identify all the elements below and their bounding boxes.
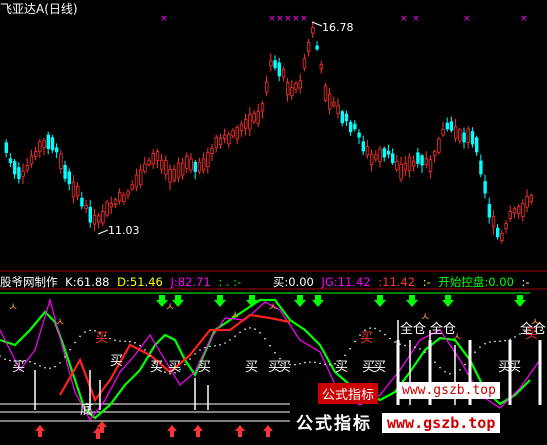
svg-text:×: × bbox=[412, 14, 420, 24]
svg-text:ㅅ: ㅅ bbox=[530, 315, 540, 328]
candlestick-series bbox=[4, 21, 533, 244]
buy-signal: 买 bbox=[168, 360, 181, 375]
chart-canvas: × × × × × × × × × × 16.78 11.03 买买买买买买买买买买买 买买买买买全… bbox=[0, 14, 547, 439]
stock-name: 飞亚达A bbox=[0, 2, 45, 16]
low-price-label: 11.03 bbox=[108, 224, 140, 237]
j-value: J:82.71 bbox=[170, 275, 211, 289]
svg-text:×: × bbox=[520, 14, 528, 24]
svg-text:×: × bbox=[160, 14, 168, 24]
k-value: K:61.88 bbox=[65, 275, 110, 289]
control-value: 开始控盘:0.00 bbox=[438, 275, 514, 289]
watermark-badge-1: 公式指标 bbox=[318, 383, 379, 404]
indicator-header: 股爷网制作 K:61.88 D:51.46 J:82.71 : . :- 买:0… bbox=[0, 274, 534, 290]
buy-signal: 买 bbox=[198, 360, 211, 375]
dots2-value: :- bbox=[422, 275, 431, 289]
svg-text:×: × bbox=[400, 14, 408, 24]
svg-text:ㅅ: ㅅ bbox=[230, 308, 240, 321]
watermark-url-1: www.gszb.top bbox=[398, 382, 500, 399]
buy-signal-strong: 买 bbox=[360, 331, 373, 346]
jg-value: JG:11.42 bbox=[321, 275, 371, 289]
svg-text:×: × bbox=[276, 14, 284, 24]
buy-signal: 买 bbox=[150, 360, 163, 375]
indicator-name: 股爷网制作 bbox=[0, 275, 58, 289]
jg2-value: :11.42 bbox=[378, 275, 416, 289]
svg-text:ㅅ: ㅅ bbox=[420, 310, 430, 323]
watermark-url-2: www.gszb.top bbox=[382, 413, 501, 433]
price-labels: 16.78 11.03 bbox=[97, 21, 354, 237]
buy-signal: 买 bbox=[245, 360, 258, 375]
buy-value: 买:0.00 bbox=[272, 275, 314, 289]
high-price-label: 16.78 bbox=[322, 21, 354, 34]
buy-signal: 买 bbox=[373, 360, 386, 375]
svg-text:ㅅ: ㅅ bbox=[452, 330, 462, 343]
buy-signal-strong: 买 bbox=[95, 331, 108, 346]
svg-text:×: × bbox=[463, 14, 471, 24]
watermark-text-2: 公式指标 bbox=[296, 414, 372, 434]
buy-signal: 买 bbox=[110, 354, 123, 369]
svg-text:×: × bbox=[300, 14, 308, 24]
d-value: D:51.46 bbox=[117, 275, 163, 289]
buy-signal: 买 bbox=[278, 360, 291, 375]
full-position-signal: 全仓 bbox=[400, 321, 426, 337]
svg-text:×: × bbox=[284, 14, 292, 24]
period-label: (日线) bbox=[44, 2, 78, 16]
dots-value: : . :- bbox=[218, 275, 242, 289]
svg-text:×: × bbox=[292, 14, 300, 24]
svg-text:ㅅ: ㅅ bbox=[8, 300, 18, 313]
buy-signal: 买 bbox=[12, 360, 25, 375]
dots3-value: :- bbox=[521, 275, 530, 289]
svg-text:ㅅ: ㅅ bbox=[165, 300, 175, 313]
buy-signal: 买 bbox=[335, 360, 348, 375]
chart-header: 飞亚达A(日线) bbox=[0, 0, 78, 17]
svg-text:ㅅ: ㅅ bbox=[268, 300, 278, 313]
bottom-signal: 底 bbox=[80, 402, 93, 418]
svg-text:×: × bbox=[268, 14, 276, 24]
svg-text:ㅅ: ㅅ bbox=[55, 315, 65, 328]
buy-signal: 买 bbox=[498, 360, 511, 375]
